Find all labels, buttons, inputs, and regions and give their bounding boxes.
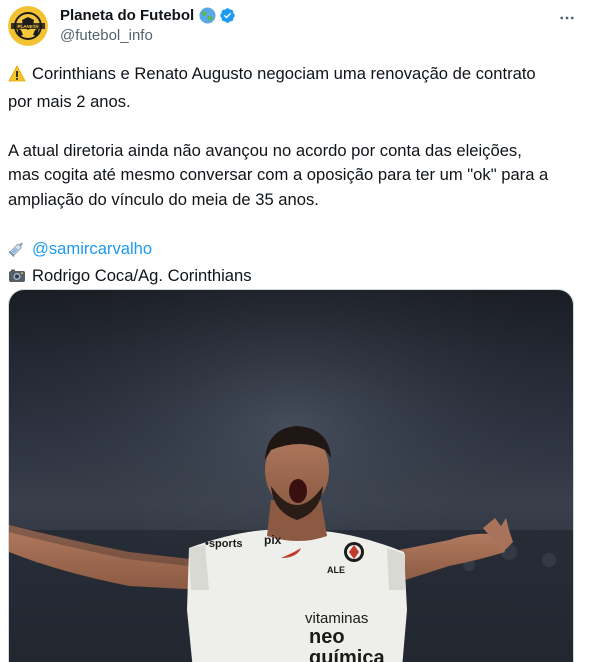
tweet-text-line: por mais 2 anos. <box>8 91 131 111</box>
sponsor-line-3: química <box>309 647 385 662</box>
source-line: @samircarvalho <box>8 237 578 265</box>
ellipsis-icon <box>560 16 574 20</box>
warning-emoji-icon <box>8 65 26 90</box>
tweet-photo[interactable]: •sports pix ALE vitaminas neo química <box>8 289 574 662</box>
tweet-line: Corinthians e Renato Augusto negociam um… <box>8 62 578 90</box>
globe-emoji-icon <box>199 7 216 24</box>
tweet-text-line: Corinthians e Renato Augusto negociam um… <box>32 64 536 83</box>
sponsor-line-1: vitaminas <box>305 610 368 627</box>
tweet-header: PLANETA Planeta do Futebol @futebol_info <box>8 4 583 48</box>
player-celebration-image: •sports pix ALE vitaminas neo química <box>9 290 573 662</box>
credit-line: Rodrigo Coca/Ag. Corinthians <box>8 264 578 292</box>
tweet-line: por mais 2 anos. <box>8 90 578 115</box>
shirt-brand-left: •sports <box>205 538 242 550</box>
camera-emoji-icon <box>8 267 26 292</box>
avatar[interactable]: PLANETA <box>8 6 48 46</box>
shirt-brand-pix: pix <box>264 533 282 547</box>
tweet-text-line: A atual diretoria ainda não avançou no a… <box>8 140 522 160</box>
more-options-button[interactable] <box>555 6 579 30</box>
syringe-emoji-icon <box>8 240 26 265</box>
display-name[interactable]: Planeta do Futebol <box>60 7 194 24</box>
source-mention-link[interactable]: @samircarvalho <box>32 239 152 258</box>
verified-badge-icon <box>219 7 236 24</box>
tweet-text: Corinthians e Renato Augusto negociam um… <box>8 62 578 292</box>
ball-logo-icon: PLANETA <box>8 6 48 46</box>
photo-credit: Rodrigo Coca/Ag. Corinthians <box>32 266 252 285</box>
shirt-logo-ale: ALE <box>327 565 345 575</box>
tweet-text-line: mas cogita até mesmo conversar com a opo… <box>8 165 549 184</box>
svg-text:PLANETA: PLANETA <box>18 24 40 29</box>
tweet-text-line: ampliação do vínculo do meia de 35 anos. <box>8 189 319 209</box>
club-crest-icon <box>344 542 364 562</box>
sponsor-line-2: neo <box>309 626 345 648</box>
author-handle[interactable]: @futebol_info <box>60 27 236 44</box>
